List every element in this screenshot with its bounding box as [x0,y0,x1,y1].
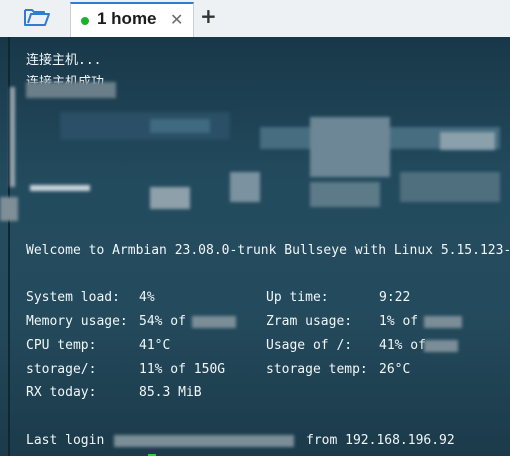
storage-label: storage/: [26,362,97,377]
redacted-login-date [114,435,294,447]
cpu-temp-label: CPU temp: [26,338,97,353]
system-load-label: System load: [26,290,120,305]
zram-usage-label: Zram usage: [266,314,353,329]
zram-usage-value: 1% of [379,314,419,329]
redacted-memory-total [192,316,236,328]
memory-usage-value: 54% of [139,314,186,329]
close-tab-icon[interactable]: ✕ [170,10,183,29]
connection-status-dot [81,17,89,25]
terminal-line-connecting: 连接主机... [26,53,102,68]
rx-today-label: RX today: [26,385,97,400]
cpu-temp-value: 41°C [139,338,171,353]
tab-label: 1 home [97,9,157,28]
uptime-value: 9:22 [379,290,411,305]
last-login-label: Last login [26,433,105,448]
memory-usage-label: Memory usage: [26,314,128,329]
tab-home[interactable]: 1 home ✕ [70,2,194,37]
system-load-value: 4% [139,290,155,305]
storage-value: 11% of 150G [139,362,226,377]
storage-temp-label: storage temp: [266,362,368,377]
uptime-label: Up time: [266,290,329,305]
redacted-banner [0,77,510,227]
redacted-disk-total [424,340,458,352]
terminal-welcome-line: Welcome to Armbian 23.08.0-trunk Bullsey… [26,243,510,258]
redacted-zram-total [424,316,462,328]
terminal-view[interactable]: 连接主机... 连接主机成功 Welcome to Armbian 23.08.… [0,37,510,456]
new-tab-button[interactable]: + [200,4,217,28]
rx-today-value: 85.3 MiB [139,385,202,400]
folder-open-icon [24,9,50,26]
tab-bar: 1 home ✕ + [0,0,510,38]
last-login-from: from 192.168.196.92 [306,433,455,448]
disk-usage-value: 41% of [379,338,426,353]
storage-temp-value: 26°C [379,362,411,377]
disk-usage-label: Usage of /: [266,338,353,353]
open-session-button[interactable] [20,4,54,30]
